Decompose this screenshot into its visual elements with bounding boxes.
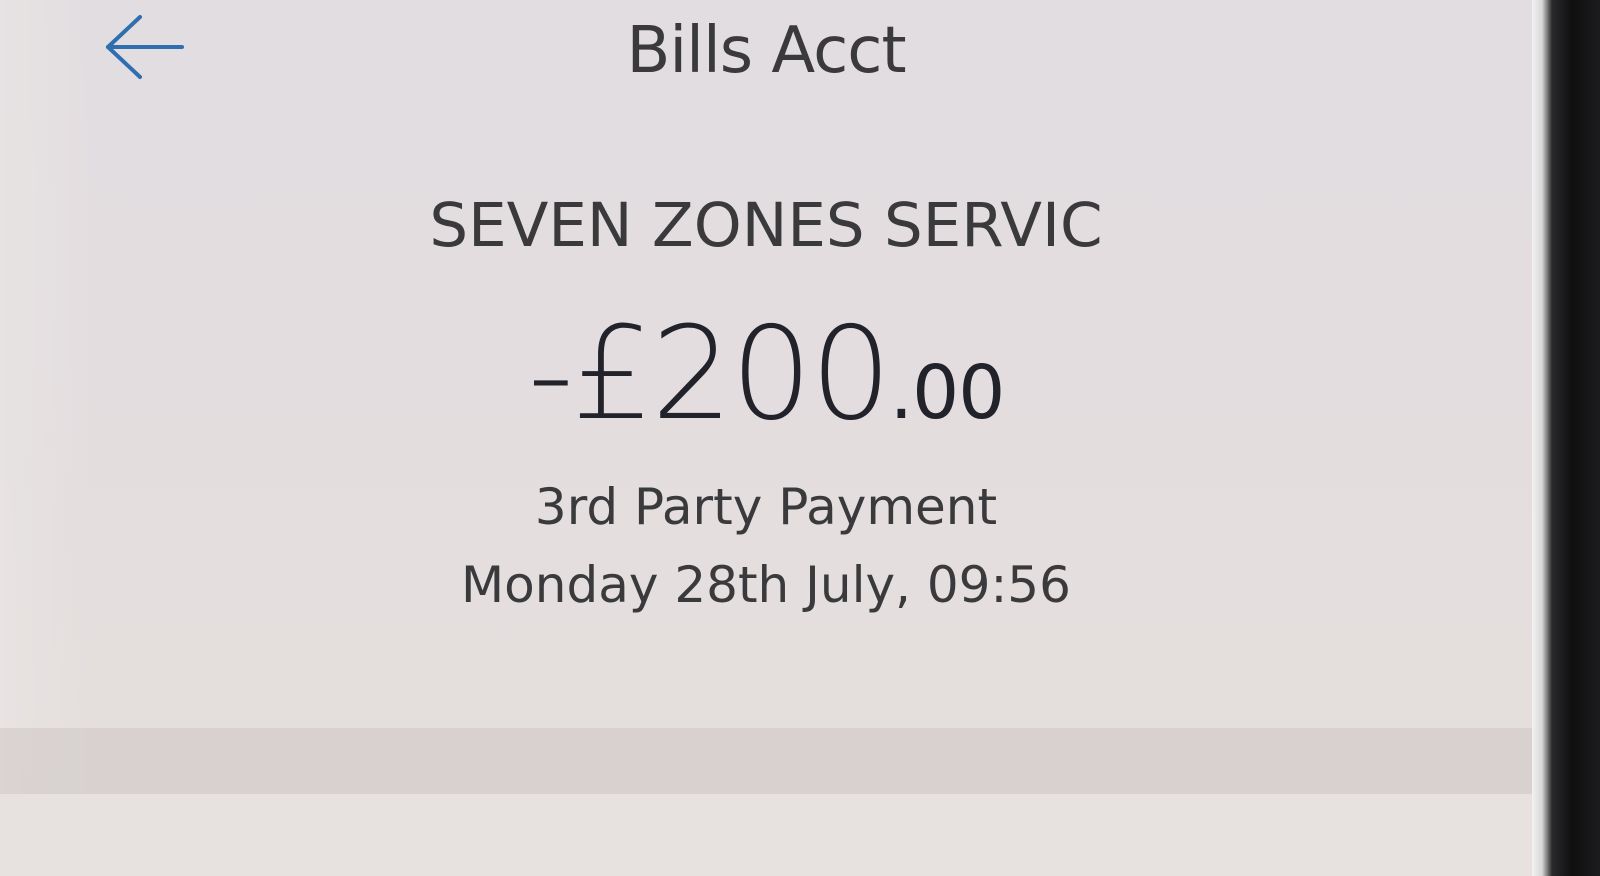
transaction-datetime: Monday 28th July, 09:56	[461, 556, 1071, 614]
section-divider	[0, 728, 1532, 794]
transaction-amount: -£200.00	[0, 300, 1532, 449]
transaction-detail-screen: Bills Acct SEVEN ZONES SERVIC -£200.00 3…	[0, 0, 1532, 876]
amount-decimal: .00	[889, 350, 1006, 436]
device-bezel	[1532, 0, 1600, 876]
merchant-name: SEVEN ZONES SERVIC	[429, 190, 1103, 261]
details-panel	[0, 794, 1532, 876]
page-title: Bills Acct	[626, 14, 906, 88]
transaction-type: 3rd Party Payment	[534, 478, 998, 536]
amount-main: -£200	[527, 300, 892, 449]
